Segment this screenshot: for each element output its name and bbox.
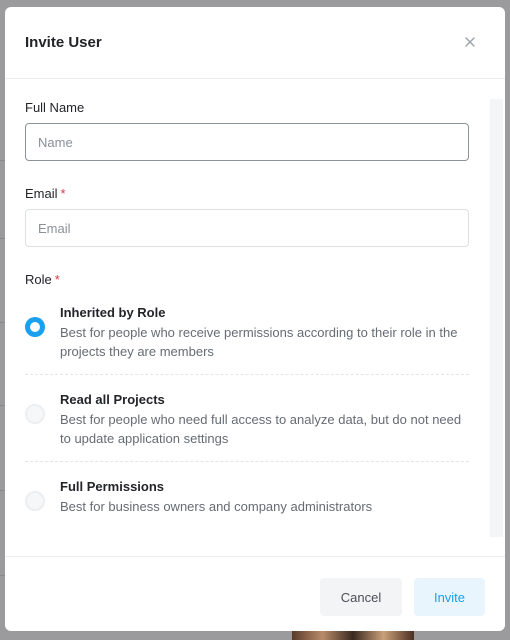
modal-header: Invite User [5,7,505,79]
full-name-input[interactable] [25,123,469,161]
role-option-description: Best for people who receive permissions … [60,325,458,359]
scrollbar[interactable] [490,99,503,537]
email-label-text: Email [25,186,58,201]
role-option-full[interactable]: Full Permissions Best for business owner… [25,479,469,529]
role-option-description: Best for business owners and company adm… [60,499,373,514]
full-name-label-text: Full Name [25,100,85,115]
email-required-mark: * [60,186,66,201]
role-label: Role * [25,272,60,287]
role-required-mark: * [54,272,60,287]
role-option-title: Full Permissions [60,479,165,494]
role-label-text: Role [25,272,52,287]
radio-checked-icon[interactable] [25,317,45,337]
role-option-text: Full Permissions Best for business owner… [60,479,372,516]
close-icon[interactable] [463,35,477,49]
modal-title: Invite User [25,34,102,51]
email-label: Email * [25,186,66,201]
background-photo [292,630,414,640]
cancel-button[interactable]: Cancel [320,578,402,616]
full-name-label: Full Name [25,100,84,115]
invite-button[interactable]: Invite [414,578,485,616]
role-option-text: Inherited by Role Best for people who re… [60,305,469,361]
role-option-text: Read all Projects Best for people who ne… [60,392,469,448]
invite-user-modal: Invite User Full Name Email* Role* Inher… [5,7,505,631]
role-option-title: Inherited by Role [60,305,166,320]
role-option-title: Read all Projects [60,392,165,407]
radio-unchecked-icon[interactable] [25,404,45,424]
radio-unchecked-icon[interactable] [25,491,45,511]
modal-footer: Cancel Invite [5,556,505,631]
email-input[interactable] [25,209,469,247]
role-option-description: Best for people who need full access to … [60,412,462,446]
role-option-inherited[interactable]: Inherited by Role Best for people who re… [25,305,469,375]
role-option-read-all[interactable]: Read all Projects Best for people who ne… [25,392,469,462]
